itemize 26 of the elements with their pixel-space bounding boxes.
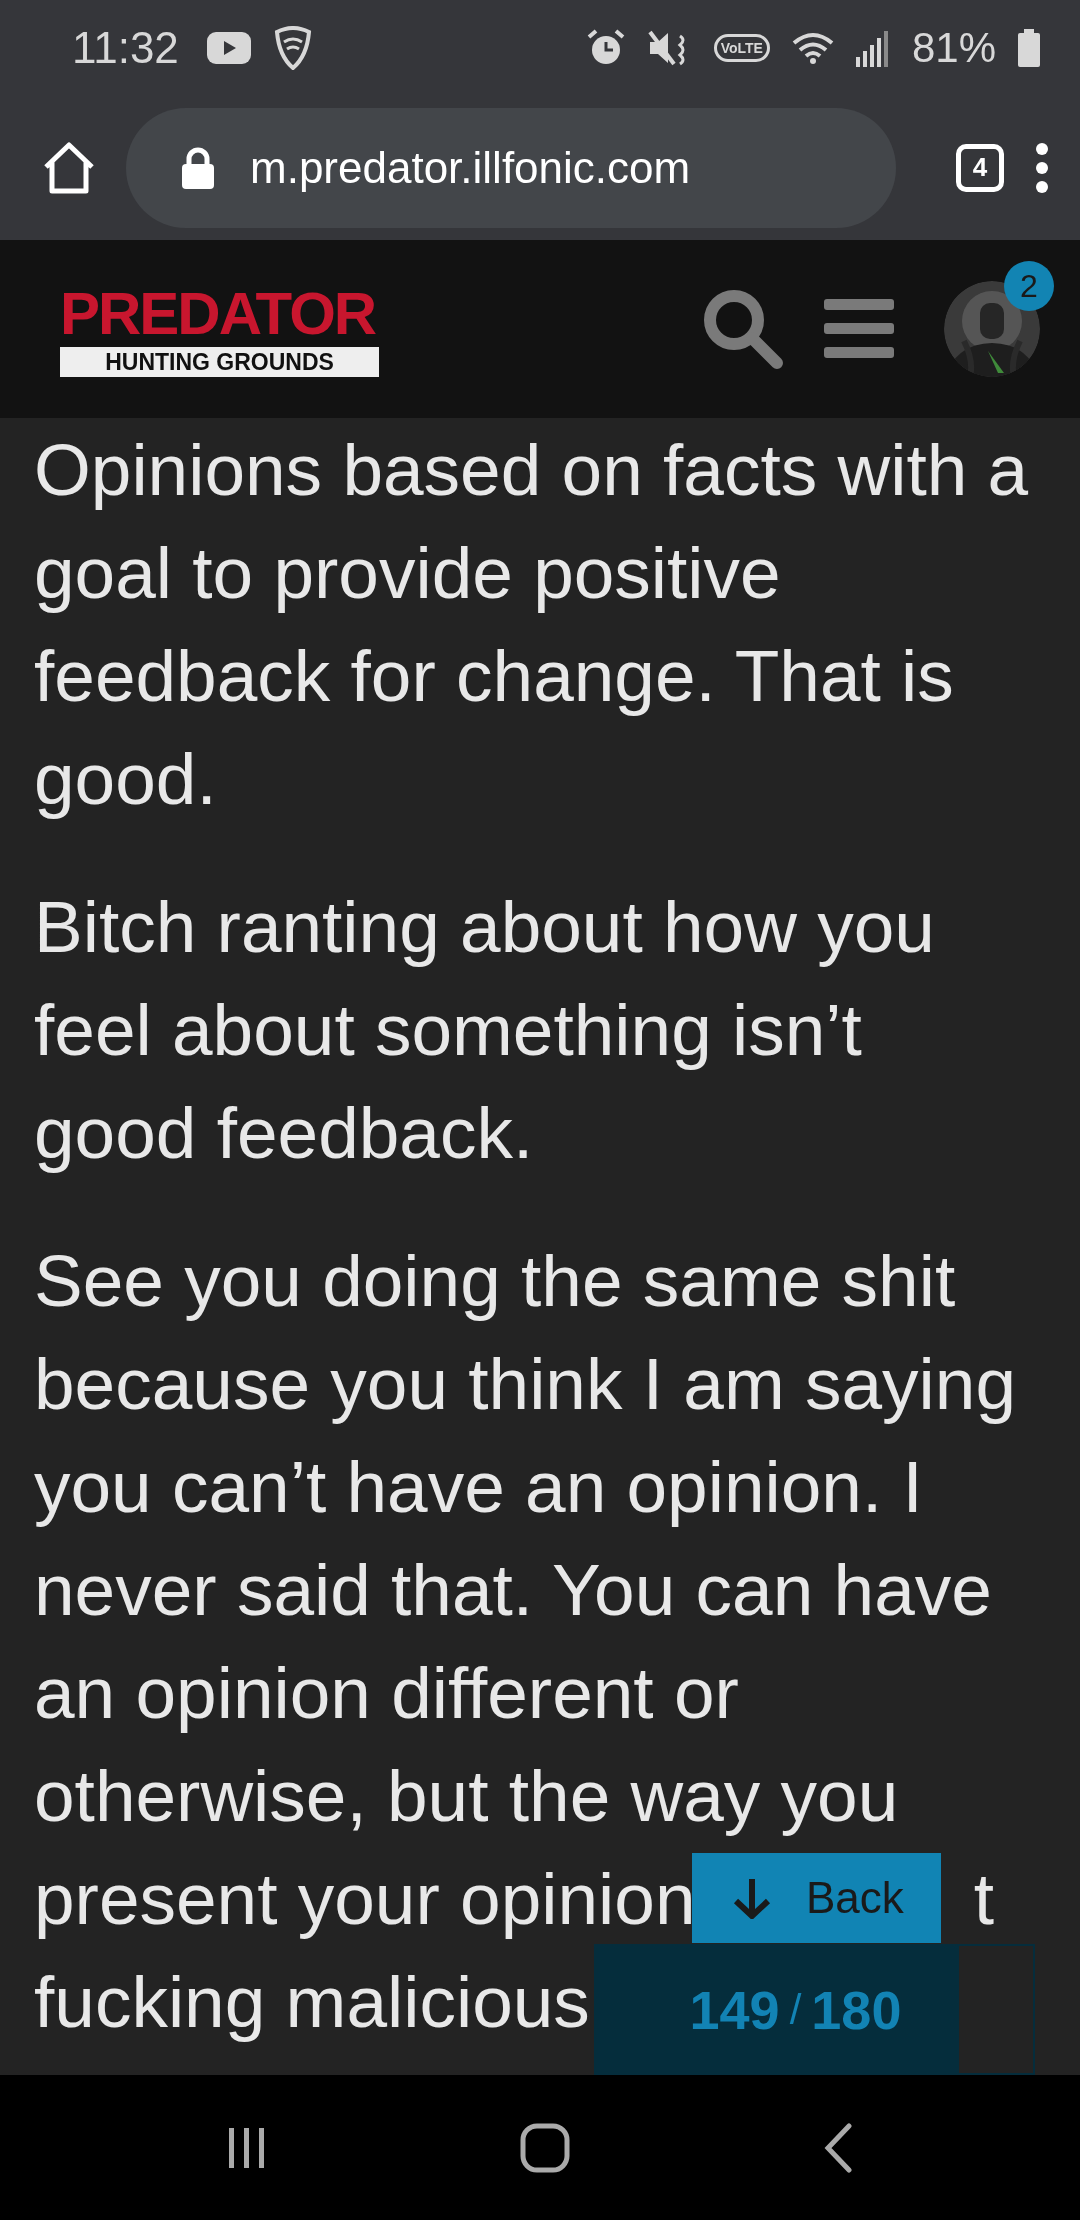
home-icon[interactable] (42, 140, 96, 195)
battery-icon (1018, 28, 1040, 67)
wifi-icon (791, 30, 834, 65)
lock-icon (182, 146, 214, 189)
text-fragment: fucking malicious (34, 1960, 590, 2044)
shield-icon (272, 25, 313, 70)
paragraph: Opinions based on facts with a goal to provide positive feedback for change. That is good. (34, 428, 1029, 821)
notification-badge: 2 (1004, 261, 1054, 311)
scroll-handle[interactable] (957, 1944, 1035, 2075)
tab-switcher[interactable]: 4 (956, 143, 1004, 192)
menu-icon[interactable] (1034, 141, 1050, 194)
logo-subtitle[interactable]: HUNTING GROUNDS (60, 347, 380, 377)
paragraph: Bitch ranting about how you feel about something isn’t good feedback. (34, 885, 935, 1175)
volte-indicator: VoLTE (713, 33, 770, 62)
home-icon[interactable] (520, 2122, 570, 2173)
back-icon[interactable] (823, 2122, 854, 2173)
search-icon[interactable] (702, 288, 784, 370)
battery-level: 81% (911, 23, 996, 72)
address-bar[interactable]: m.predator.illfonic.com (126, 107, 896, 228)
text-fragment: t (973, 1857, 994, 1941)
signal-icon (855, 28, 890, 67)
recents-icon[interactable] (226, 2125, 267, 2170)
down-arrow-icon (732, 1877, 772, 1919)
play-icon (206, 31, 251, 64)
back-button[interactable]: Back (692, 1853, 941, 1943)
clock-time: 11:32 (72, 22, 179, 73)
